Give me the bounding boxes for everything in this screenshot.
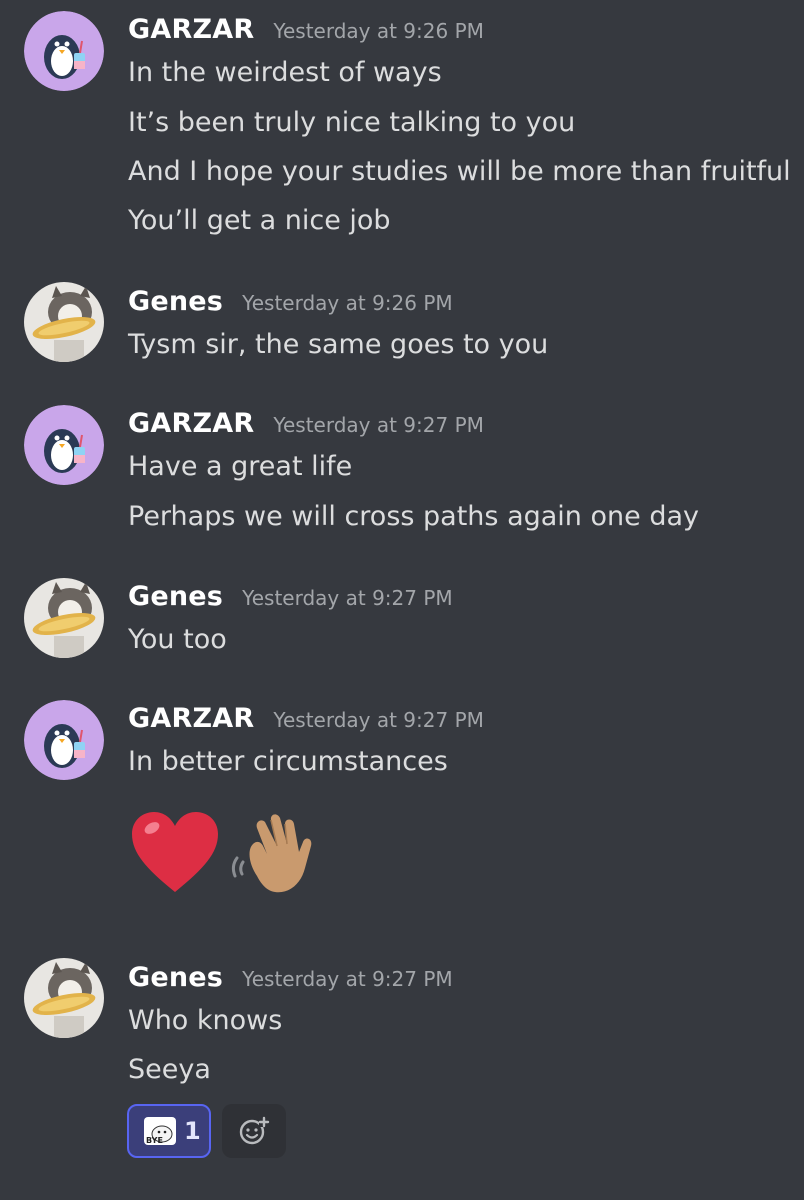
message-text: You’ll get a nice job bbox=[128, 205, 391, 236]
username[interactable]: GARZAR bbox=[128, 408, 254, 439]
chat-log: GARZAR Yesterday at 9:26 PM In the weird… bbox=[0, 0, 804, 1200]
cat-avatar-icon bbox=[24, 578, 104, 658]
red-heart-emoji[interactable] bbox=[128, 806, 222, 900]
bye-sticker-icon: BYE bbox=[144, 1117, 176, 1145]
avatar[interactable] bbox=[24, 11, 104, 91]
message-text: In the weirdest of ways bbox=[128, 57, 442, 88]
username[interactable]: GARZAR bbox=[128, 703, 254, 734]
message-header: Genes Yesterday at 9:27 PM bbox=[128, 581, 453, 612]
waving-hand-emoji[interactable] bbox=[227, 806, 321, 900]
emoji-line bbox=[128, 806, 321, 900]
username[interactable]: GARZAR bbox=[128, 14, 254, 45]
avatar[interactable] bbox=[24, 282, 104, 362]
timestamp: Yesterday at 9:27 PM bbox=[273, 708, 484, 732]
message-text: You too bbox=[128, 624, 227, 655]
penguin-avatar-icon bbox=[24, 405, 104, 485]
message-text: Who knows bbox=[128, 1005, 283, 1036]
cat-avatar-icon bbox=[24, 282, 104, 362]
reaction-button[interactable]: BYE 1 bbox=[127, 1104, 211, 1158]
timestamp: Yesterday at 9:27 PM bbox=[242, 586, 453, 610]
timestamp: Yesterday at 9:26 PM bbox=[273, 19, 484, 43]
username[interactable]: Genes bbox=[128, 286, 223, 317]
cat-avatar-icon bbox=[24, 958, 104, 1038]
username[interactable]: Genes bbox=[128, 962, 223, 993]
message-header: Genes Yesterday at 9:27 PM bbox=[128, 962, 453, 993]
message-text: Seeya bbox=[128, 1054, 211, 1085]
avatar[interactable] bbox=[24, 958, 104, 1038]
message-header: GARZAR Yesterday at 9:26 PM bbox=[128, 14, 484, 45]
message-text: Perhaps we will cross paths again one da… bbox=[128, 501, 699, 532]
message-text: In better circumstances bbox=[128, 746, 448, 777]
message-text: Tysm sir, the same goes to you bbox=[128, 329, 549, 360]
timestamp: Yesterday at 9:26 PM bbox=[242, 291, 453, 315]
penguin-avatar-icon bbox=[24, 11, 104, 91]
message-text: And I hope your studies will be more tha… bbox=[128, 156, 791, 187]
message-header: GARZAR Yesterday at 9:27 PM bbox=[128, 703, 484, 734]
penguin-avatar-icon bbox=[24, 700, 104, 780]
timestamp: Yesterday at 9:27 PM bbox=[242, 967, 453, 991]
avatar[interactable] bbox=[24, 405, 104, 485]
message-header: Genes Yesterday at 9:26 PM bbox=[128, 286, 453, 317]
avatar[interactable] bbox=[24, 700, 104, 780]
avatar[interactable] bbox=[24, 578, 104, 658]
message-header: GARZAR Yesterday at 9:27 PM bbox=[128, 408, 484, 439]
reaction-count: 1 bbox=[184, 1117, 201, 1145]
message-text: It’s been truly nice talking to you bbox=[128, 107, 576, 138]
timestamp: Yesterday at 9:27 PM bbox=[273, 413, 484, 437]
svg-text:BYE: BYE bbox=[146, 1136, 163, 1145]
add-reaction-button[interactable] bbox=[222, 1104, 286, 1158]
message-text: Have a great life bbox=[128, 451, 353, 482]
add-reaction-icon bbox=[239, 1116, 270, 1145]
username[interactable]: Genes bbox=[128, 581, 223, 612]
